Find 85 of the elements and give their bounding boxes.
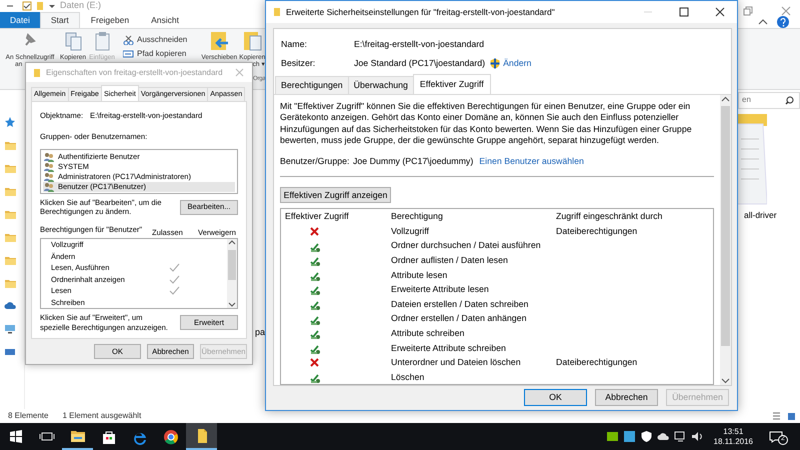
path-icon — [123, 49, 134, 59]
field-label: Besitzer: — [281, 56, 316, 70]
table-cell-text: Attribute schreiben — [391, 327, 466, 340]
button[interactable]: Abbrechen — [595, 389, 658, 406]
shopping-bag-icon — [100, 428, 116, 444]
ribbon-tab[interactable]: Start — [40, 12, 80, 28]
restore-icon[interactable] — [743, 6, 753, 16]
scroll-up-icon[interactable] — [721, 95, 730, 104]
field-label: Name: — [281, 38, 308, 51]
ribbon-button[interactable]: Ausschneiden — [123, 34, 188, 46]
chrome-icon — [162, 428, 178, 444]
folder-icon — [273, 7, 281, 17]
table-cell-text: Dateiberechtigungen — [556, 224, 638, 238]
owner-change-link[interactable]: Ändern — [490, 56, 532, 70]
tab[interactable]: Berechtigungen — [275, 76, 349, 94]
status-text: 1 Element ausgewählt — [62, 410, 142, 422]
folder-icon — [33, 68, 41, 78]
select-user-link[interactable]: Einen Benutzer auswählen — [479, 155, 584, 168]
column-header[interactable]: Zugriff eingeschränkt durch — [556, 210, 662, 224]
table-cell-text: Attribute lesen — [391, 268, 448, 282]
shield-icon[interactable] — [640, 430, 653, 443]
app-icon[interactable] — [622, 430, 636, 443]
table-cell-text: Vollzugriff — [391, 224, 430, 238]
dialog-title: Eigenschaften von freitag-erstellt-von-joestandard — [46, 66, 223, 79]
computer-icon[interactable] — [4, 323, 16, 335]
copy-icon — [63, 31, 83, 51]
field-value: Joe Standard (PC17\joestandard) — [354, 56, 486, 70]
taskbar-button[interactable] — [186, 423, 217, 450]
show-access-button[interactable]: Effektiven Zugriff anzeigen — [280, 187, 391, 204]
column-header[interactable]: Berechtigung — [391, 210, 556, 224]
scissors-icon — [123, 35, 134, 45]
ribbon-button[interactable]: Pfad kopieren — [123, 48, 188, 60]
table-cell-text: Ordner erstellen / Daten anhängen — [391, 312, 528, 326]
ribbon-tab[interactable]: Ansicht — [140, 12, 190, 28]
scroll-down-icon[interactable] — [721, 377, 730, 385]
scroll-down-icon[interactable] — [228, 301, 236, 308]
table-cell-text: Löschen — [391, 370, 426, 384]
users-icon — [43, 162, 55, 172]
table-cell-text: Ordner auflisten / Daten lesen — [391, 254, 509, 268]
users-icon — [43, 172, 55, 182]
folder-copy-icon — [242, 31, 262, 51]
notification-icon[interactable] — [769, 430, 783, 442]
file-name[interactable]: all-driver — [744, 209, 777, 222]
table-cell-text: Unterordner und Dateien löschen — [391, 356, 522, 370]
users-icon — [43, 152, 55, 162]
column-header[interactable]: Effektiver Zugriff — [281, 210, 391, 224]
tiles-view-icon[interactable] — [787, 412, 796, 420]
file-name[interactable]: pa — [255, 327, 266, 337]
search-field[interactable]: en — [738, 92, 800, 108]
collapse-icon[interactable] — [758, 18, 768, 26]
tab[interactable]: Effektiver Zugriff — [412, 74, 491, 94]
search-icon[interactable] — [785, 96, 794, 104]
scroll-up-icon[interactable] — [228, 239, 236, 246]
maximize-icon[interactable] — [679, 7, 689, 17]
table-cell: Dateiberechtigungen — [556, 356, 638, 370]
tab[interactable]: Überwachung — [348, 76, 414, 94]
field-value: E:\freitag-erstellt-von-joestandard — [354, 38, 484, 51]
table-cell-text: Ordner durchsuchen / Datei ausführen — [391, 239, 542, 252]
table-cell-text: Erweiterte Attribute schreiben — [391, 342, 507, 355]
windows-logo-icon — [8, 428, 24, 444]
table-cell-text: Erweiterte Attribute lesen — [391, 283, 490, 296]
properties-icon[interactable] — [22, 1, 32, 11]
users-icon — [43, 182, 55, 192]
ribbon-tab[interactable]: Freigeben — [80, 12, 140, 28]
clock-time[interactable]: 13:51 — [723, 426, 744, 436]
cloud-icon[interactable] — [656, 430, 670, 443]
scrollbar-thumb[interactable] — [228, 250, 236, 280]
clock-date[interactable]: 18.11.2016 — [714, 436, 753, 446]
scrollbar-thumb[interactable] — [721, 106, 730, 346]
close-icon[interactable] — [715, 7, 725, 17]
volume-icon[interactable] — [690, 430, 704, 443]
details-view-icon[interactable] — [772, 412, 781, 420]
description-text: Mit "Effektiver Zugriff" können Sie die effektiven Berechtigungen für einen Benutzer, eine Gruppe oder ein Gerätekonto anzeigen. Gehört das Konto einer Domäne an, können Sie auch den Einfluss potenzieller Hinzufügungen auf das Sicherheitstoken für das Konto bewerten. Wenn Sie das Hinzufügen einer Gruppe bewerten, muss jede Gruppe, der die gewünschte Gruppe angehört, separat hinzugefügt werden. — [280, 101, 693, 146]
help-icon[interactable] — [777, 16, 789, 28]
ribbon-tab[interactable]: Datei — [0, 12, 40, 28]
star-icon[interactable] — [4, 116, 16, 128]
button: Übernehmen — [666, 389, 729, 406]
status-text: 8 Elemente — [8, 410, 48, 422]
button[interactable]: OK — [524, 389, 587, 406]
window-title: Daten (E:) — [60, 0, 102, 12]
table-cell-text: Dateien erstellen / Daten schreiben — [391, 298, 530, 311]
shield-icon — [490, 58, 500, 69]
field-label: Benutzer/Gruppe: — [280, 155, 350, 168]
dialog-title: Erweiterte Sicherheitseinstellungen für "freitag-erstellt-von-joestandard" — [286, 6, 555, 18]
field-value: Joe Dummy (PC17\joedummy) — [353, 155, 474, 168]
